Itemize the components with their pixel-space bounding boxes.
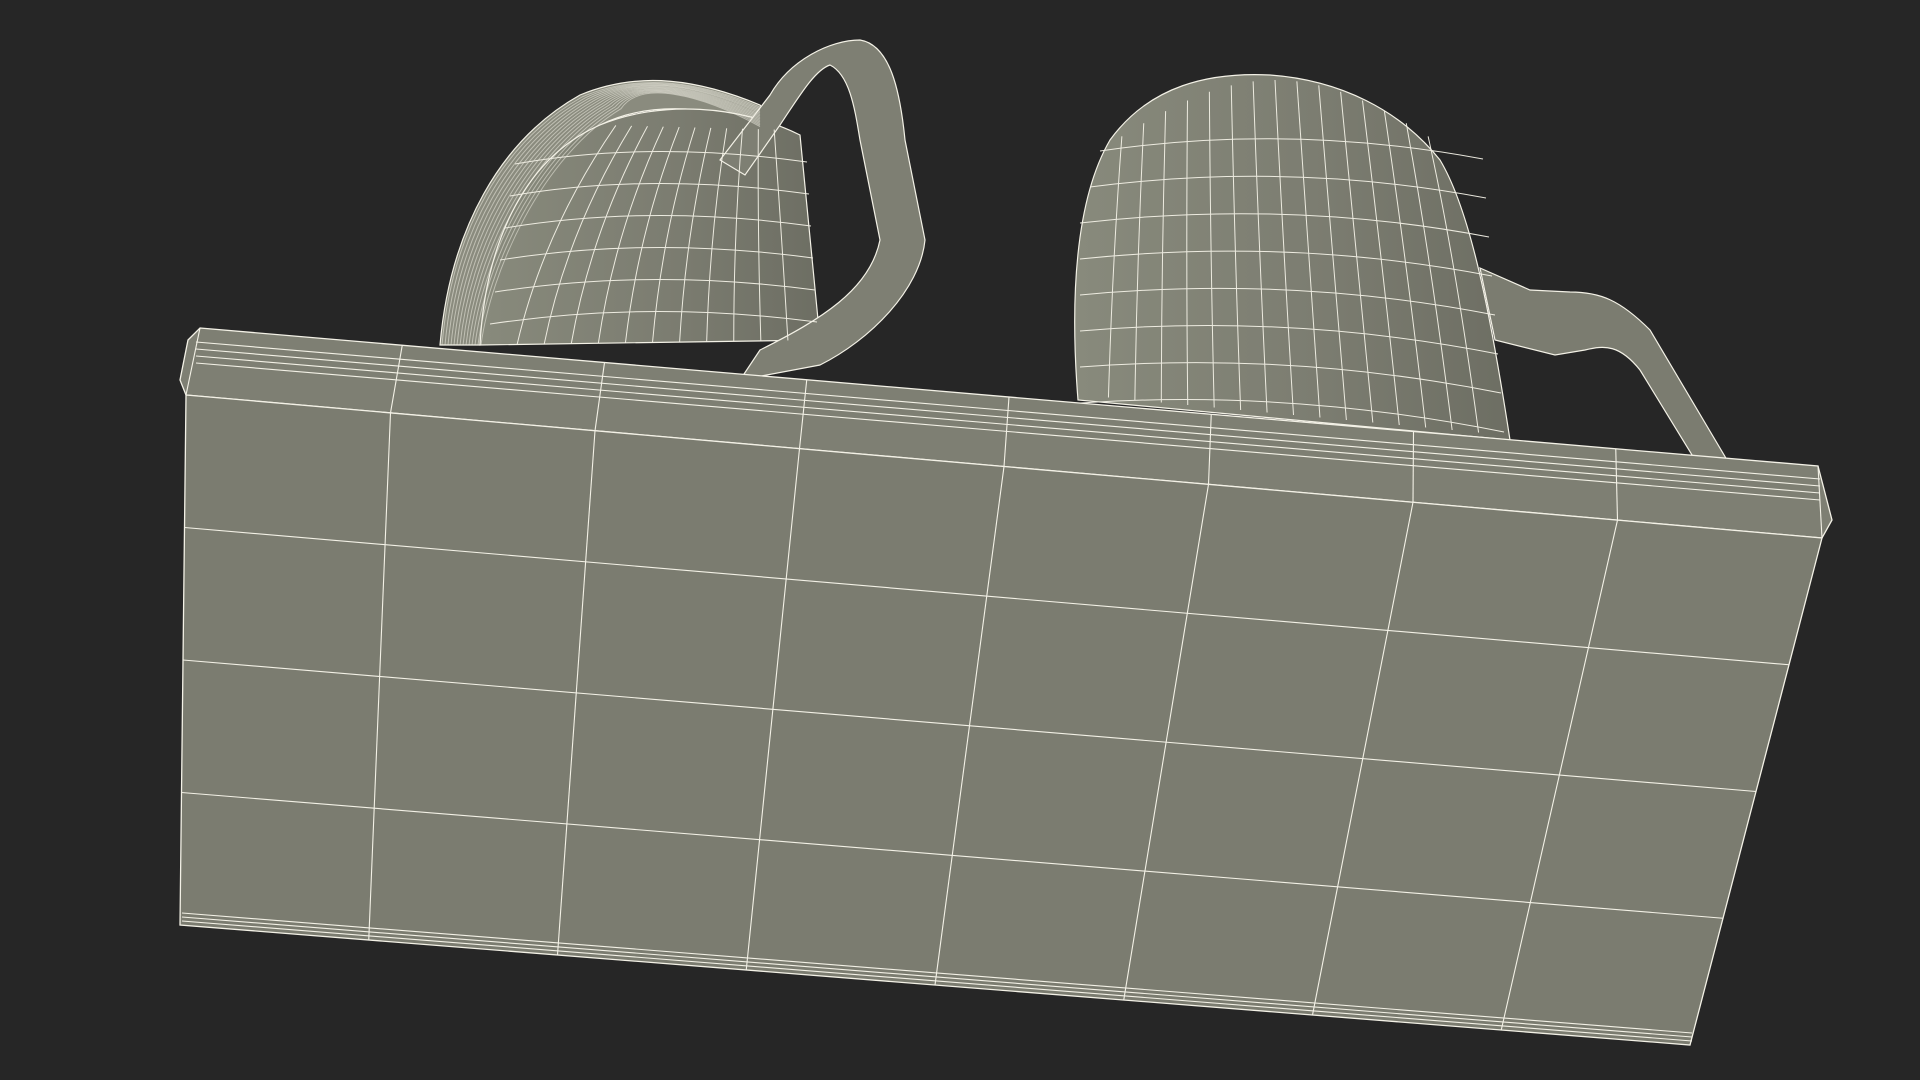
right-mug-body	[1074, 74, 1511, 441]
right-mug	[1074, 74, 1731, 469]
render-viewport[interactable]	[0, 0, 1920, 1080]
left-mug	[439, 39, 926, 381]
tray-rim-vertical	[1412, 431, 1415, 503]
wireframe-scene[interactable]	[0, 0, 1920, 1080]
right-mug-handle	[1479, 266, 1731, 469]
rectangular-tray	[179, 327, 1833, 1046]
